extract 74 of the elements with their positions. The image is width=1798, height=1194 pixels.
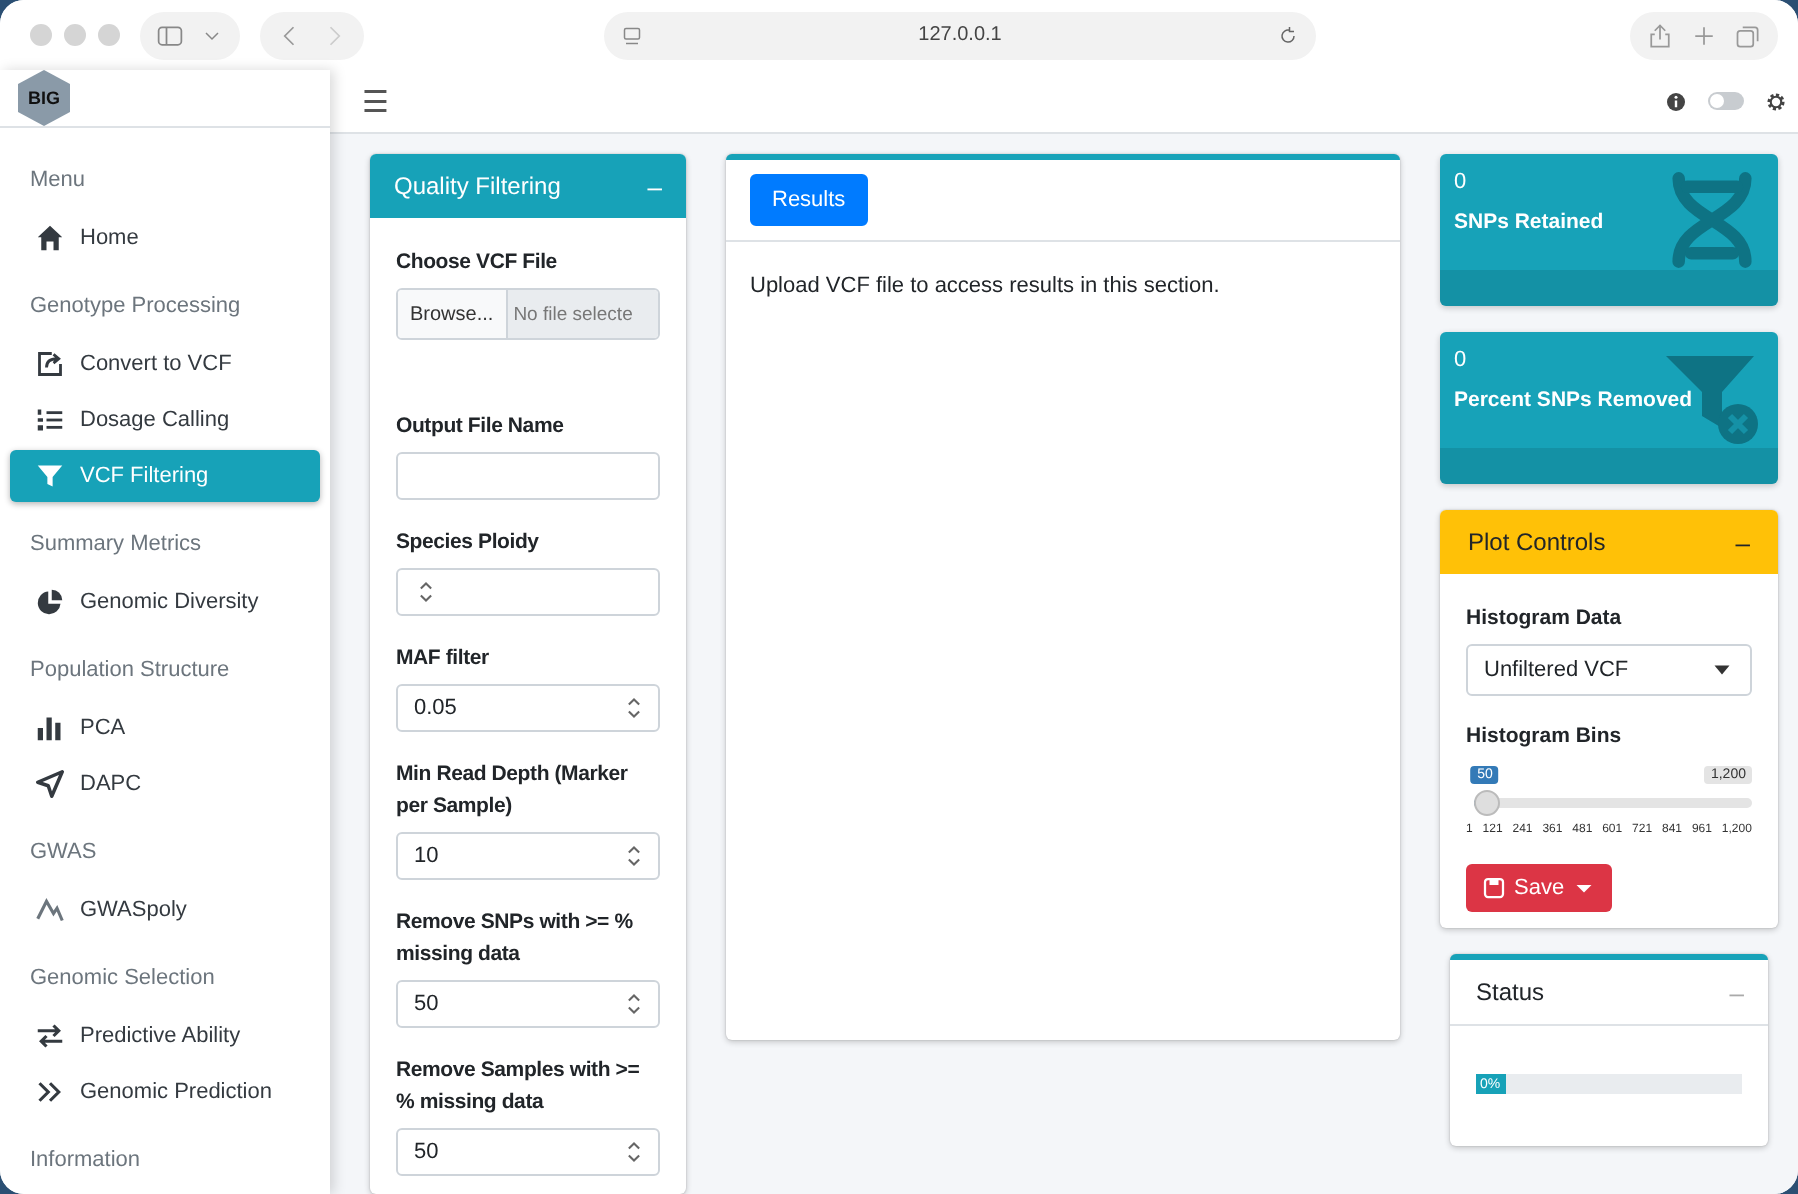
sidebar-heading: Information (30, 1148, 141, 1172)
value-number: 0 (1454, 348, 1469, 372)
menu-button[interactable]: ☰ (362, 83, 388, 119)
sidebar-toggle-icon (156, 21, 184, 49)
spinner-arrows-icon (622, 696, 646, 720)
settings-icon (1764, 89, 1788, 113)
export-icon (36, 350, 64, 378)
window-close-dot[interactable] (30, 24, 52, 46)
filter-icon (36, 462, 64, 490)
text-input-field[interactable] (396, 452, 660, 500)
results-message: Upload VCF file to access results in this section. (750, 274, 1220, 298)
sidebar-item[interactable]: DAPC (10, 758, 320, 810)
field-label: Histogram Bins (1466, 722, 1624, 752)
field-label: Remove Samples with >= % missing data (396, 1056, 642, 1118)
sidebar-heading: Genotype Processing (30, 294, 241, 318)
sidebar-item[interactable]: Dosage Calling (10, 394, 320, 446)
spinner-arrows-icon (622, 992, 646, 1016)
sidebar-item[interactable]: PCA (10, 702, 320, 754)
pie-chart-icon (36, 588, 64, 616)
page-icon (620, 23, 644, 47)
field-label: Histogram Data (1466, 604, 1624, 634)
numbered-list-icon (36, 406, 64, 434)
sidebar-item[interactable]: Genomic Prediction (10, 1066, 320, 1118)
sidebar-heading: Population Structure (30, 658, 230, 682)
results-tab[interactable]: Results (750, 174, 868, 226)
house-icon (36, 224, 64, 252)
field-label: Output File Name (396, 412, 566, 442)
value-label: Percent SNPs Removed (1454, 388, 1695, 412)
panel-title: Plot Controls (1468, 528, 1606, 556)
sidebar-item[interactable]: Predictive Ability (10, 1010, 320, 1062)
info-icon (1664, 89, 1688, 113)
window-minimize-dot[interactable] (64, 24, 86, 46)
dark-mode-toggle[interactable] (1708, 92, 1744, 110)
spinner-arrows-icon (414, 580, 438, 604)
reload-icon (1276, 23, 1300, 47)
number-input-field[interactable]: 10 (396, 832, 660, 880)
collapse-button[interactable]: – (1735, 527, 1750, 557)
sidebar-item[interactable]: Home (10, 212, 320, 264)
address-bar[interactable]: 127.0.0.1 (604, 11, 1316, 59)
sidebar-heading: Summary Metrics (30, 532, 202, 556)
value-label: SNPs Retained (1454, 210, 1606, 234)
panel-title: Quality Filtering (394, 172, 561, 200)
bar-chart-icon (36, 714, 64, 742)
spinner-arrows-icon (622, 1140, 646, 1164)
exchange-arrows-icon (36, 1022, 64, 1050)
window-zoom-dot[interactable] (98, 24, 120, 46)
app-logo: BIG (18, 70, 70, 126)
sidebar-item[interactable]: GWASpoly (10, 884, 320, 936)
tabs-icon (1734, 21, 1762, 49)
number-input-field[interactable]: 50 (396, 1128, 660, 1176)
number-input-field[interactable]: 0.05 (396, 684, 660, 732)
sidebar-heading: GWAS (30, 840, 97, 864)
sidebar-heading: Genomic Selection (30, 966, 215, 990)
slider-handle[interactable] (1473, 790, 1500, 816)
field-label: Remove SNPs with >= % missing data (396, 908, 635, 970)
sidebar-item[interactable]: Convert to VCF (10, 338, 320, 390)
field-label: Choose VCF File (396, 248, 559, 278)
share-icon (1646, 21, 1674, 49)
number-input-field[interactable]: 50 (396, 980, 660, 1028)
arrow-pointer-icon (36, 770, 64, 798)
sidebar-heading: Menu (30, 168, 86, 192)
field-label: Species Ploidy (396, 528, 541, 558)
plus-icon (1690, 21, 1718, 49)
save-button[interactable]: Save (1466, 864, 1613, 912)
panel-title: Status (1476, 978, 1545, 1006)
line-chart-icon (36, 896, 64, 924)
field-label: Min Read Depth (Marker per Sample) (396, 760, 630, 822)
value-number: 0 (1454, 170, 1469, 194)
histogram-data-dropdown[interactable]: Unfiltered VCF (1466, 644, 1752, 696)
sidebar-item[interactable]: Genomic Diversity (10, 576, 320, 628)
field-label: MAF filter (396, 644, 491, 674)
spinner-arrows-icon (622, 844, 646, 868)
number-input-field[interactable] (396, 568, 660, 616)
double-chevron-icon (36, 1078, 64, 1106)
